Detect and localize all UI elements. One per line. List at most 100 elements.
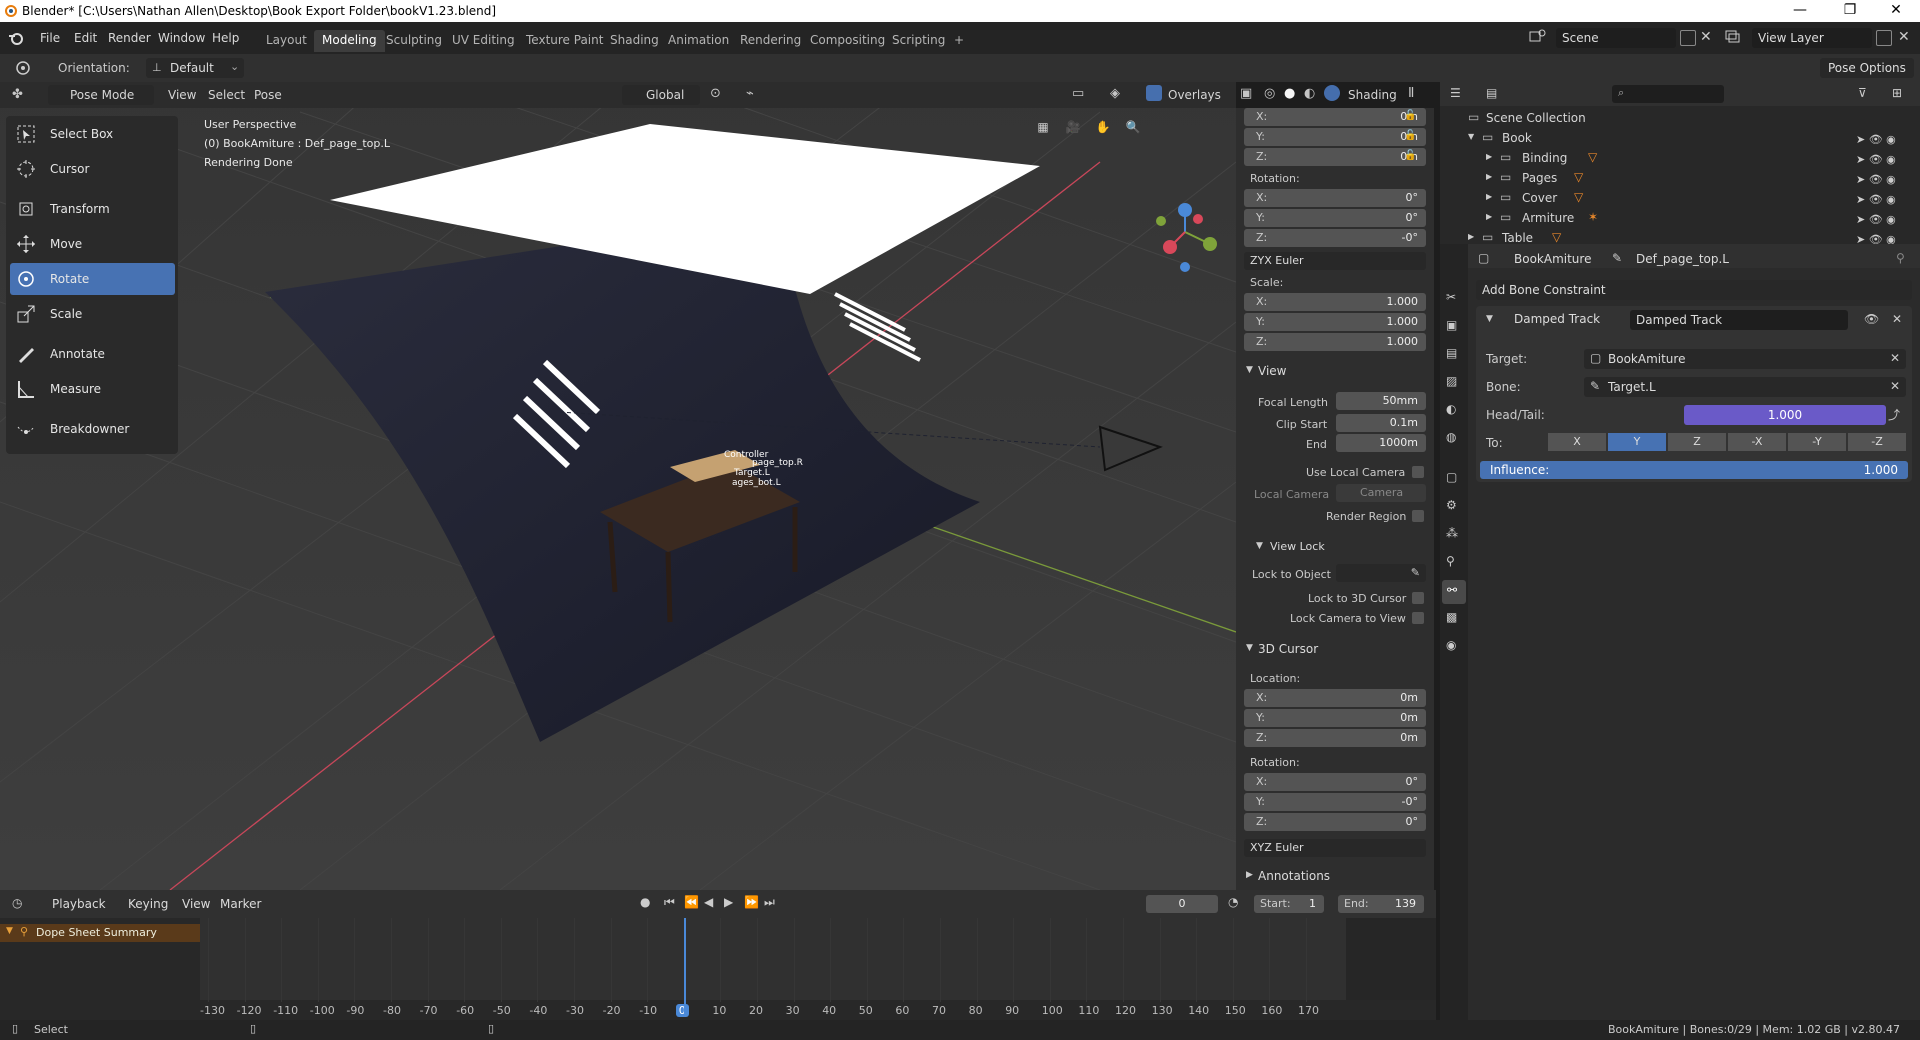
eye-icon[interactable]: 👁	[1864, 312, 1879, 326]
current-frame-field[interactable]: 0	[1146, 895, 1218, 913]
view-section-header[interactable]: ▼ View	[1236, 360, 1434, 384]
dope-sheet-summary-row[interactable]: ▼ ⚲ Dope Sheet Summary	[0, 924, 200, 942]
menu-view[interactable]: View	[182, 897, 210, 911]
menu-edit[interactable]: Edit	[74, 31, 97, 45]
solid-shading-icon[interactable]: ●	[1284, 86, 1295, 101]
filter-icon[interactable]: ⊽	[1858, 86, 1867, 100]
lock-3d-cursor-checkbox[interactable]	[1412, 592, 1424, 604]
3d-cursor-section-header[interactable]: ▼ 3D Cursor	[1236, 638, 1434, 662]
pivot-icon[interactable]: ⊙	[710, 86, 721, 101]
constraint-name-input[interactable]: Damped Track	[1630, 310, 1848, 330]
pose-options-dropdown[interactable]: Pose Options	[1820, 58, 1914, 78]
tab-rendering[interactable]: Rendering	[732, 30, 809, 52]
track-axis-neg-x[interactable]: -X	[1728, 433, 1786, 451]
new-collection-icon[interactable]: ⊞	[1892, 86, 1902, 100]
play-icon[interactable]: ▶	[724, 895, 733, 909]
jump-start-icon[interactable]: ⏮	[664, 895, 675, 910]
tool-measure[interactable]: Measure	[10, 373, 175, 405]
render-tab-icon[interactable]: ▣	[1446, 318, 1457, 332]
timeline-scroll-area[interactable]	[1346, 918, 1436, 1000]
menu-pose[interactable]: Pose	[254, 88, 282, 102]
use-local-camera-checkbox[interactable]	[1412, 466, 1424, 478]
pan-view-icon[interactable]: ✋	[1090, 120, 1116, 142]
clear-target-icon[interactable]: ✕	[1890, 351, 1900, 365]
cursor-location-x-field[interactable]: X: 0m	[1244, 689, 1426, 707]
close-icon[interactable]: ✕	[1892, 312, 1902, 326]
world-tab-icon[interactable]: ◍	[1446, 430, 1456, 444]
modifier-tab-icon[interactable]: ⚙	[1446, 498, 1457, 512]
wireframe-shading-icon[interactable]: ◎	[1264, 86, 1275, 101]
bone-field[interactable]: ✎ Target.L ✕	[1584, 377, 1906, 397]
curve-icon[interactable]: ⤴	[1888, 406, 1900, 423]
bone-constraint-tab[interactable]: ⚯	[1442, 580, 1466, 604]
location-y-field[interactable]: Y: 0m	[1244, 128, 1426, 146]
tool-scale[interactable]: Scale	[10, 298, 175, 330]
scene-icon[interactable]	[1528, 28, 1550, 48]
scale-x-field[interactable]: X: 1.000	[1244, 293, 1426, 311]
outliner-row-binding[interactable]: ▶ ▭ Binding ▽	[1440, 147, 1920, 167]
scale-z-field[interactable]: Z: 1.000	[1244, 333, 1426, 351]
object-tab-icon[interactable]: ▢	[1446, 470, 1457, 484]
tab-modeling[interactable]: Modeling	[314, 30, 385, 52]
add-bone-constraint-dropdown[interactable]: Add Bone Constraint	[1476, 280, 1912, 300]
influence-slider[interactable]: Influence: 1.000	[1480, 461, 1908, 479]
tool-cursor[interactable]: Cursor	[10, 153, 175, 185]
tool-rotate[interactable]: Rotate	[10, 263, 175, 295]
output-tab-icon[interactable]: ▤	[1446, 346, 1457, 360]
cursor-rotation-z-field[interactable]: Z: 0°	[1244, 813, 1426, 831]
add-workspace-button[interactable]: +	[946, 30, 972, 52]
cursor-rotation-y-field[interactable]: Y: -0°	[1244, 793, 1426, 811]
tool-select-box[interactable]: Select Box	[10, 118, 175, 150]
remove-view-layer-icon[interactable]: ✕	[1898, 30, 1914, 46]
lock-icon[interactable]: 🔓	[1404, 110, 1416, 121]
outliner-row-scene-collection[interactable]: ▭ Scene Collection	[1440, 107, 1920, 127]
menu-keying[interactable]: Keying	[128, 897, 168, 911]
material-shading-icon[interactable]: ◐	[1304, 86, 1315, 101]
toggle-camera-icon[interactable]: ▦	[1030, 120, 1056, 142]
rendered-shading-icon[interactable]	[1324, 85, 1340, 101]
gizmo-toggle-icon[interactable]: ◈	[1110, 86, 1120, 101]
track-axis-z[interactable]: Z	[1668, 433, 1726, 451]
3d-viewport[interactable]: User Perspective (0) BookAmiture : Def_p…	[0, 82, 1236, 890]
target-field[interactable]: ▢ BookAmiture ✕	[1584, 349, 1906, 369]
scale-y-field[interactable]: Y: 1.000	[1244, 313, 1426, 331]
new-view-layer-icon[interactable]	[1876, 30, 1892, 46]
mode-dropdown[interactable]: Pose Mode	[48, 85, 154, 105]
outliner-search-input[interactable]: ⌕	[1612, 85, 1724, 103]
timeline-frames-area[interactable]	[200, 918, 1346, 1000]
tab-animation[interactable]: Animation	[660, 30, 737, 52]
outliner-row-armiture[interactable]: ▶ ▭ Armiture ✶	[1440, 207, 1920, 227]
snap-icon[interactable]: ⌁	[746, 86, 754, 101]
playhead[interactable]	[683, 918, 686, 1016]
collapse-arrow-icon[interactable]: ▼	[1486, 314, 1493, 324]
outliner-editor-icon[interactable]: ☰	[1450, 86, 1461, 100]
view-lock-subsection[interactable]: ▼ View Lock	[1250, 538, 1420, 558]
eyedropper-icon[interactable]: ✎	[1411, 566, 1420, 579]
overlays-dropdown[interactable]: Overlays	[1168, 88, 1221, 102]
scene-field[interactable]: Scene	[1556, 28, 1676, 48]
tab-layout[interactable]: Layout	[258, 30, 315, 52]
view-layer-field[interactable]: View Layer	[1752, 28, 1872, 48]
lock-icon[interactable]: 🔓	[1404, 150, 1416, 161]
view-object-types-icon[interactable]: ▭	[1072, 86, 1084, 101]
clip-start-field[interactable]: 0.1m	[1336, 414, 1426, 432]
view-layer-icon[interactable]	[1724, 28, 1746, 48]
annotations-section-header[interactable]: ▶ Annotations	[1236, 866, 1434, 888]
menu-render[interactable]: Render	[108, 31, 151, 45]
rotation-mode-dropdown[interactable]: ZYX Euler	[1244, 252, 1426, 270]
camera-view-icon[interactable]: 🎥	[1060, 120, 1086, 142]
jump-keyframe-back-icon[interactable]: ⏪	[684, 895, 699, 909]
menu-view[interactable]: View	[168, 88, 196, 102]
pin-icon[interactable]: ⚲	[1896, 251, 1905, 265]
menu-marker[interactable]: Marker	[220, 897, 261, 911]
cursor-location-y-field[interactable]: Y: 0m	[1244, 709, 1426, 727]
orientation-dropdown[interactable]: ⊥ Default ⌄	[146, 58, 244, 78]
tool-annotate[interactable]: Annotate	[10, 338, 175, 370]
blender-menu-icon[interactable]	[8, 30, 24, 46]
render-region-checkbox[interactable]	[1412, 510, 1424, 522]
xray-icon[interactable]: ▣	[1240, 86, 1252, 101]
track-axis-y[interactable]: Y	[1608, 433, 1666, 451]
lock-to-object-field[interactable]: ✎	[1336, 564, 1426, 582]
menu-playback[interactable]: Playback	[52, 897, 106, 911]
jump-end-icon[interactable]: ⏭	[764, 895, 775, 910]
